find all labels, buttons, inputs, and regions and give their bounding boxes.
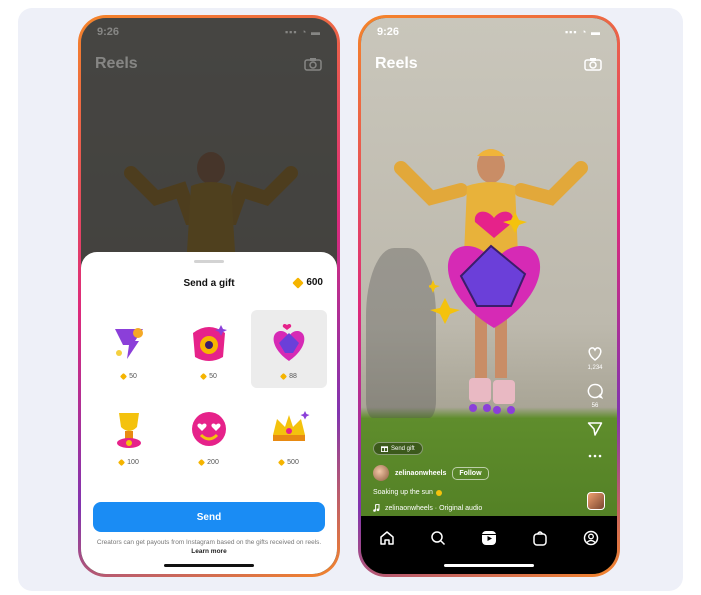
trophy-gift-icon <box>117 412 141 448</box>
heart-hands-gift-icon <box>273 323 305 361</box>
gift-price-value: 100 <box>127 458 139 466</box>
gift-tile-tornado[interactable]: 50 <box>91 310 167 388</box>
gift-price-value: 50 <box>209 372 217 380</box>
heart-hands-sticker <box>429 211 541 328</box>
gift-grid: 50 50 88 100 200 500 <box>91 310 327 474</box>
home-indicator[interactable] <box>444 564 534 567</box>
send-gift-pill[interactable]: Send gift <box>373 442 423 455</box>
profile-icon[interactable] <box>581 528 601 548</box>
screen-right: 9:26 ▪▪▪ ◔ ▬ Reels 1,234 56 Send gift ze… <box>361 18 617 574</box>
sheet-grabber[interactable] <box>194 260 224 263</box>
status-icons: ▪▪▪ ◔ ▬ <box>284 27 321 37</box>
reels-icon[interactable] <box>479 528 499 548</box>
home-indicator[interactable] <box>164 564 254 567</box>
music-note-icon <box>373 504 380 512</box>
avatar[interactable] <box>373 465 389 481</box>
status-bar: 9:26 ▪▪▪ ◔ ▬ <box>361 18 617 46</box>
camera-icon[interactable] <box>303 56 323 72</box>
coin-icon <box>280 372 288 380</box>
gift-tile-trophy[interactable]: 100 <box>91 396 167 474</box>
search-icon[interactable] <box>428 528 448 548</box>
side-action-bar: 1,234 56 <box>587 346 603 459</box>
camera-icon[interactable] <box>583 56 603 72</box>
comment-icon[interactable] <box>587 383 603 399</box>
coin-icon <box>278 458 286 466</box>
screen-left: 9:26 ▪▪▪ ◔ ▬ Reels Send a gift 600 50 50… <box>81 18 337 574</box>
status-bar: 9:26 ▪▪▪ ◔ ▬ <box>81 18 337 46</box>
page-title: Reels <box>375 55 418 72</box>
gift-price: 88 <box>280 372 297 380</box>
gift-tile-heart-hands[interactable]: 88 <box>251 310 327 388</box>
heart-icon[interactable] <box>587 346 603 361</box>
follow-button[interactable]: Follow <box>452 466 489 480</box>
coin-icon <box>198 458 206 466</box>
audio-label: zelinaonwheels · Original audio <box>385 504 483 512</box>
gift-sheet: Send a gift 600 50 50 88 100 200 500 Sen… <box>81 252 337 574</box>
coin-icon <box>120 372 128 380</box>
page-title: Reels <box>95 55 138 72</box>
status-time: 9:26 <box>97 26 120 38</box>
gift-tile-crown[interactable]: 500 <box>251 396 327 474</box>
gift-tile-burst[interactable]: 50 <box>171 310 247 388</box>
gift-price-value: 500 <box>287 458 299 466</box>
gift-price-value: 200 <box>207 458 219 466</box>
gift-tile-heart-eyes[interactable]: 200 <box>171 396 247 474</box>
crown-gift-icon <box>273 410 310 441</box>
disclaimer-text: Creators can get payouts from Instagram … <box>96 539 322 546</box>
phone-left: 9:26 ▪▪▪ ◔ ▬ Reels Send a gift 600 50 50… <box>78 15 340 577</box>
coin-icon <box>200 372 208 380</box>
reel-caption: Soaking up the sun <box>373 489 577 496</box>
heart-eyes-gift-icon <box>192 411 226 446</box>
reel-info: Send gift zelinaonwheels Follow Soaking … <box>373 439 577 512</box>
sun-emoji-icon <box>435 489 442 496</box>
send-gift-label: Send gift <box>391 445 415 452</box>
coin-icon <box>292 276 304 289</box>
phone-right: 9:26 ▪▪▪ ◔ ▬ Reels 1,234 56 Send gift ze… <box>358 15 620 577</box>
status-icons: ▪▪▪ ◔ ▬ <box>564 27 601 37</box>
gift-price: 200 <box>198 458 219 466</box>
audio-thumbnail[interactable] <box>587 492 605 510</box>
gift-icon <box>381 446 388 452</box>
comment-count: 56 <box>591 403 599 409</box>
author-row: zelinaonwheels Follow <box>373 465 577 481</box>
gift-price: 50 <box>200 372 217 380</box>
reels-header: Reels <box>361 48 617 80</box>
gift-price-value: 88 <box>289 372 297 380</box>
gift-price: 500 <box>278 458 299 466</box>
more-icon[interactable] <box>588 453 602 459</box>
payout-disclaimer: Creators can get payouts from Instagram … <box>95 538 323 556</box>
gift-price-value: 50 <box>129 372 137 380</box>
gift-sheet-header: Send a gift 600 <box>81 274 337 294</box>
coin-balance-value: 600 <box>306 277 323 288</box>
status-time: 9:26 <box>377 26 400 38</box>
like-count: 1,234 <box>587 365 603 371</box>
reels-header: Reels <box>81 48 337 80</box>
coin-icon <box>118 458 126 466</box>
coin-balance: 600 <box>292 276 323 289</box>
send-button[interactable]: Send <box>93 502 325 532</box>
burst-gift-icon <box>193 324 227 361</box>
audio-row[interactable]: zelinaonwheels · Original audio <box>373 504 577 512</box>
share-icon[interactable] <box>587 421 603 437</box>
shop-icon[interactable] <box>530 528 550 548</box>
caption-text: Soaking up the sun <box>373 489 433 496</box>
username[interactable]: zelinaonwheels <box>395 470 446 477</box>
gift-price: 50 <box>120 372 137 380</box>
gift-price: 100 <box>118 458 139 466</box>
home-icon[interactable] <box>377 528 397 548</box>
learn-more-link[interactable]: Learn more <box>191 548 226 555</box>
tornado-gift-icon <box>115 327 143 359</box>
